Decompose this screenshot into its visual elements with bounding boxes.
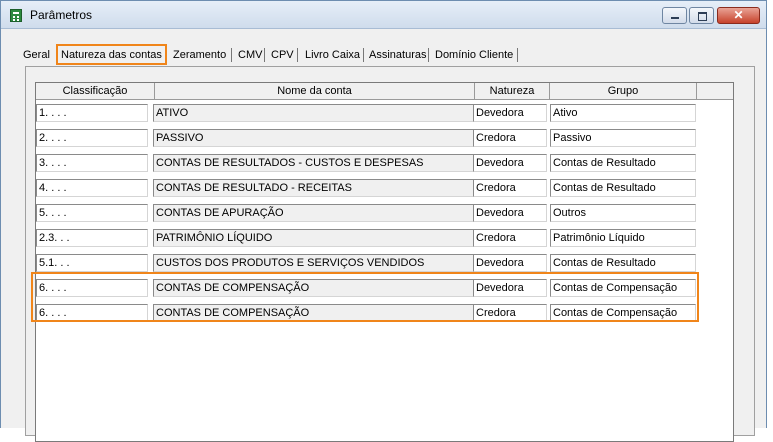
- table-row[interactable]: 2. . . . PASSIVO Credora Passivo: [36, 125, 733, 150]
- table-row[interactable]: 2.3. . . PATRIMÔNIO LÍQUIDO Credora Patrimô…: [36, 225, 733, 250]
- natureza-field[interactable]: Devedora: [473, 104, 547, 122]
- nome-da-conta-field[interactable]: ATIVO: [153, 104, 475, 122]
- natureza-field[interactable]: Devedora: [473, 279, 547, 297]
- nome-da-conta-field[interactable]: CONTAS DE RESULTADOS - CUSTOS E DESPESAS: [153, 154, 475, 172]
- natureza-field[interactable]: Credora: [473, 304, 547, 322]
- nome-da-conta-field[interactable]: CUSTOS DOS PRODUTOS E SERVIÇOS VENDIDOS: [153, 254, 475, 272]
- classificacao-field[interactable]: 6. . . .: [36, 279, 148, 297]
- nome-da-conta-field[interactable]: CONTAS DE RESULTADO - RECEITAS: [153, 179, 475, 197]
- tab-separator: [363, 48, 364, 62]
- classificacao-field[interactable]: 5. . . .: [36, 204, 148, 222]
- natureza-field[interactable]: Credora: [473, 179, 547, 197]
- grupo-field[interactable]: Outros: [550, 204, 696, 222]
- tab-dominio-cliente[interactable]: Domínio Cliente: [435, 46, 513, 64]
- natureza-field[interactable]: Devedora: [473, 254, 547, 272]
- grupo-field[interactable]: Passivo: [550, 129, 696, 147]
- contas-grid: Classificação Nome da conta Natureza Gru…: [35, 82, 734, 442]
- natureza-das-contas-panel: Classificação Nome da conta Natureza Gru…: [25, 66, 755, 442]
- table-row[interactable]: 6. . . . CONTAS DE COMPENSAÇÃO Credora Cont…: [36, 300, 733, 325]
- column-header-classificacao[interactable]: Classificação: [36, 83, 155, 99]
- table-row[interactable]: 1. . . . ATIVO Devedora Ativo: [36, 100, 733, 125]
- table-row[interactable]: 5. . . . CONTAS DE APURAÇÃO Devedora Outros: [36, 200, 733, 225]
- tab-separator: [264, 48, 265, 62]
- classificacao-field[interactable]: 5.1. . .: [36, 254, 148, 272]
- grupo-field[interactable]: Contas de Resultado: [550, 154, 696, 172]
- tab-separator: [231, 48, 232, 62]
- grupo-field[interactable]: Contas de Compensação: [550, 304, 696, 322]
- nome-da-conta-field[interactable]: CONTAS DE COMPENSAÇÃO: [153, 279, 475, 297]
- natureza-field[interactable]: Credora: [473, 129, 547, 147]
- grupo-field[interactable]: Contas de Resultado: [550, 254, 696, 272]
- nome-da-conta-field[interactable]: PASSIVO: [153, 129, 475, 147]
- classificacao-field[interactable]: 6. . . .: [36, 304, 148, 322]
- natureza-field[interactable]: Credora: [473, 229, 547, 247]
- tab-separator: [428, 48, 429, 62]
- column-header-empty: [697, 83, 734, 99]
- grupo-field[interactable]: Contas de Resultado: [550, 179, 696, 197]
- grupo-field[interactable]: Ativo: [550, 104, 696, 122]
- tab-livro-caixa[interactable]: Livro Caixa: [305, 46, 360, 64]
- tab-geral[interactable]: Geral: [23, 46, 50, 64]
- parametros-window: Parâmetros ✕ Geral Natureza das contas Z…: [0, 0, 767, 442]
- tab-cpv[interactable]: CPV: [271, 46, 294, 64]
- classificacao-field[interactable]: 4. . . .: [36, 179, 148, 197]
- window-title: Parâmetros: [30, 8, 93, 22]
- column-header-grupo[interactable]: Grupo: [550, 83, 697, 99]
- table-row[interactable]: 3. . . . CONTAS DE RESULTADOS - CUSTOS E …: [36, 150, 733, 175]
- grupo-field[interactable]: Patrimônio Líquido: [550, 229, 696, 247]
- tab-zeramento[interactable]: Zeramento: [173, 46, 226, 64]
- natureza-field[interactable]: Devedora: [473, 154, 547, 172]
- minimize-button[interactable]: [662, 7, 687, 24]
- column-header-natureza[interactable]: Natureza: [475, 83, 550, 99]
- table-row[interactable]: 6. . . . CONTAS DE COMPENSAÇÃO Devedora Con…: [36, 275, 733, 300]
- tab-cmv[interactable]: CMV: [238, 46, 262, 64]
- tab-natureza-das-contas[interactable]: Natureza das contas: [56, 44, 167, 65]
- classificacao-field[interactable]: 2. . . .: [36, 129, 148, 147]
- classificacao-field[interactable]: 3. . . .: [36, 154, 148, 172]
- nome-da-conta-field[interactable]: PATRIMÔNIO LÍQUIDO: [153, 229, 475, 247]
- grid-header: Classificação Nome da conta Natureza Gru…: [36, 83, 733, 100]
- maximize-button[interactable]: [689, 7, 714, 24]
- tab-separator: [297, 48, 298, 62]
- close-button[interactable]: ✕: [717, 7, 760, 24]
- nome-da-conta-field[interactable]: CONTAS DE APURAÇÃO: [153, 204, 475, 222]
- nome-da-conta-field[interactable]: CONTAS DE COMPENSAÇÃO: [153, 304, 475, 322]
- title-bar[interactable]: Parâmetros ✕: [1, 1, 766, 29]
- tab-separator: [517, 48, 518, 62]
- close-icon: ✕: [733, 8, 744, 22]
- calculator-icon: [10, 9, 22, 22]
- natureza-field[interactable]: Devedora: [473, 204, 547, 222]
- table-row[interactable]: 5.1. . . CUSTOS DOS PRODUTOS E SERVIÇOS V…: [36, 250, 733, 275]
- column-header-nome-da-conta[interactable]: Nome da conta: [155, 83, 475, 99]
- grupo-field[interactable]: Contas de Compensação: [550, 279, 696, 297]
- classificacao-field[interactable]: 1. . . .: [36, 104, 148, 122]
- table-row[interactable]: 4. . . . CONTAS DE RESULTADO - RECEITAS Cr…: [36, 175, 733, 200]
- tab-assinaturas[interactable]: Assinaturas: [369, 46, 426, 64]
- classificacao-field[interactable]: 2.3. . .: [36, 229, 148, 247]
